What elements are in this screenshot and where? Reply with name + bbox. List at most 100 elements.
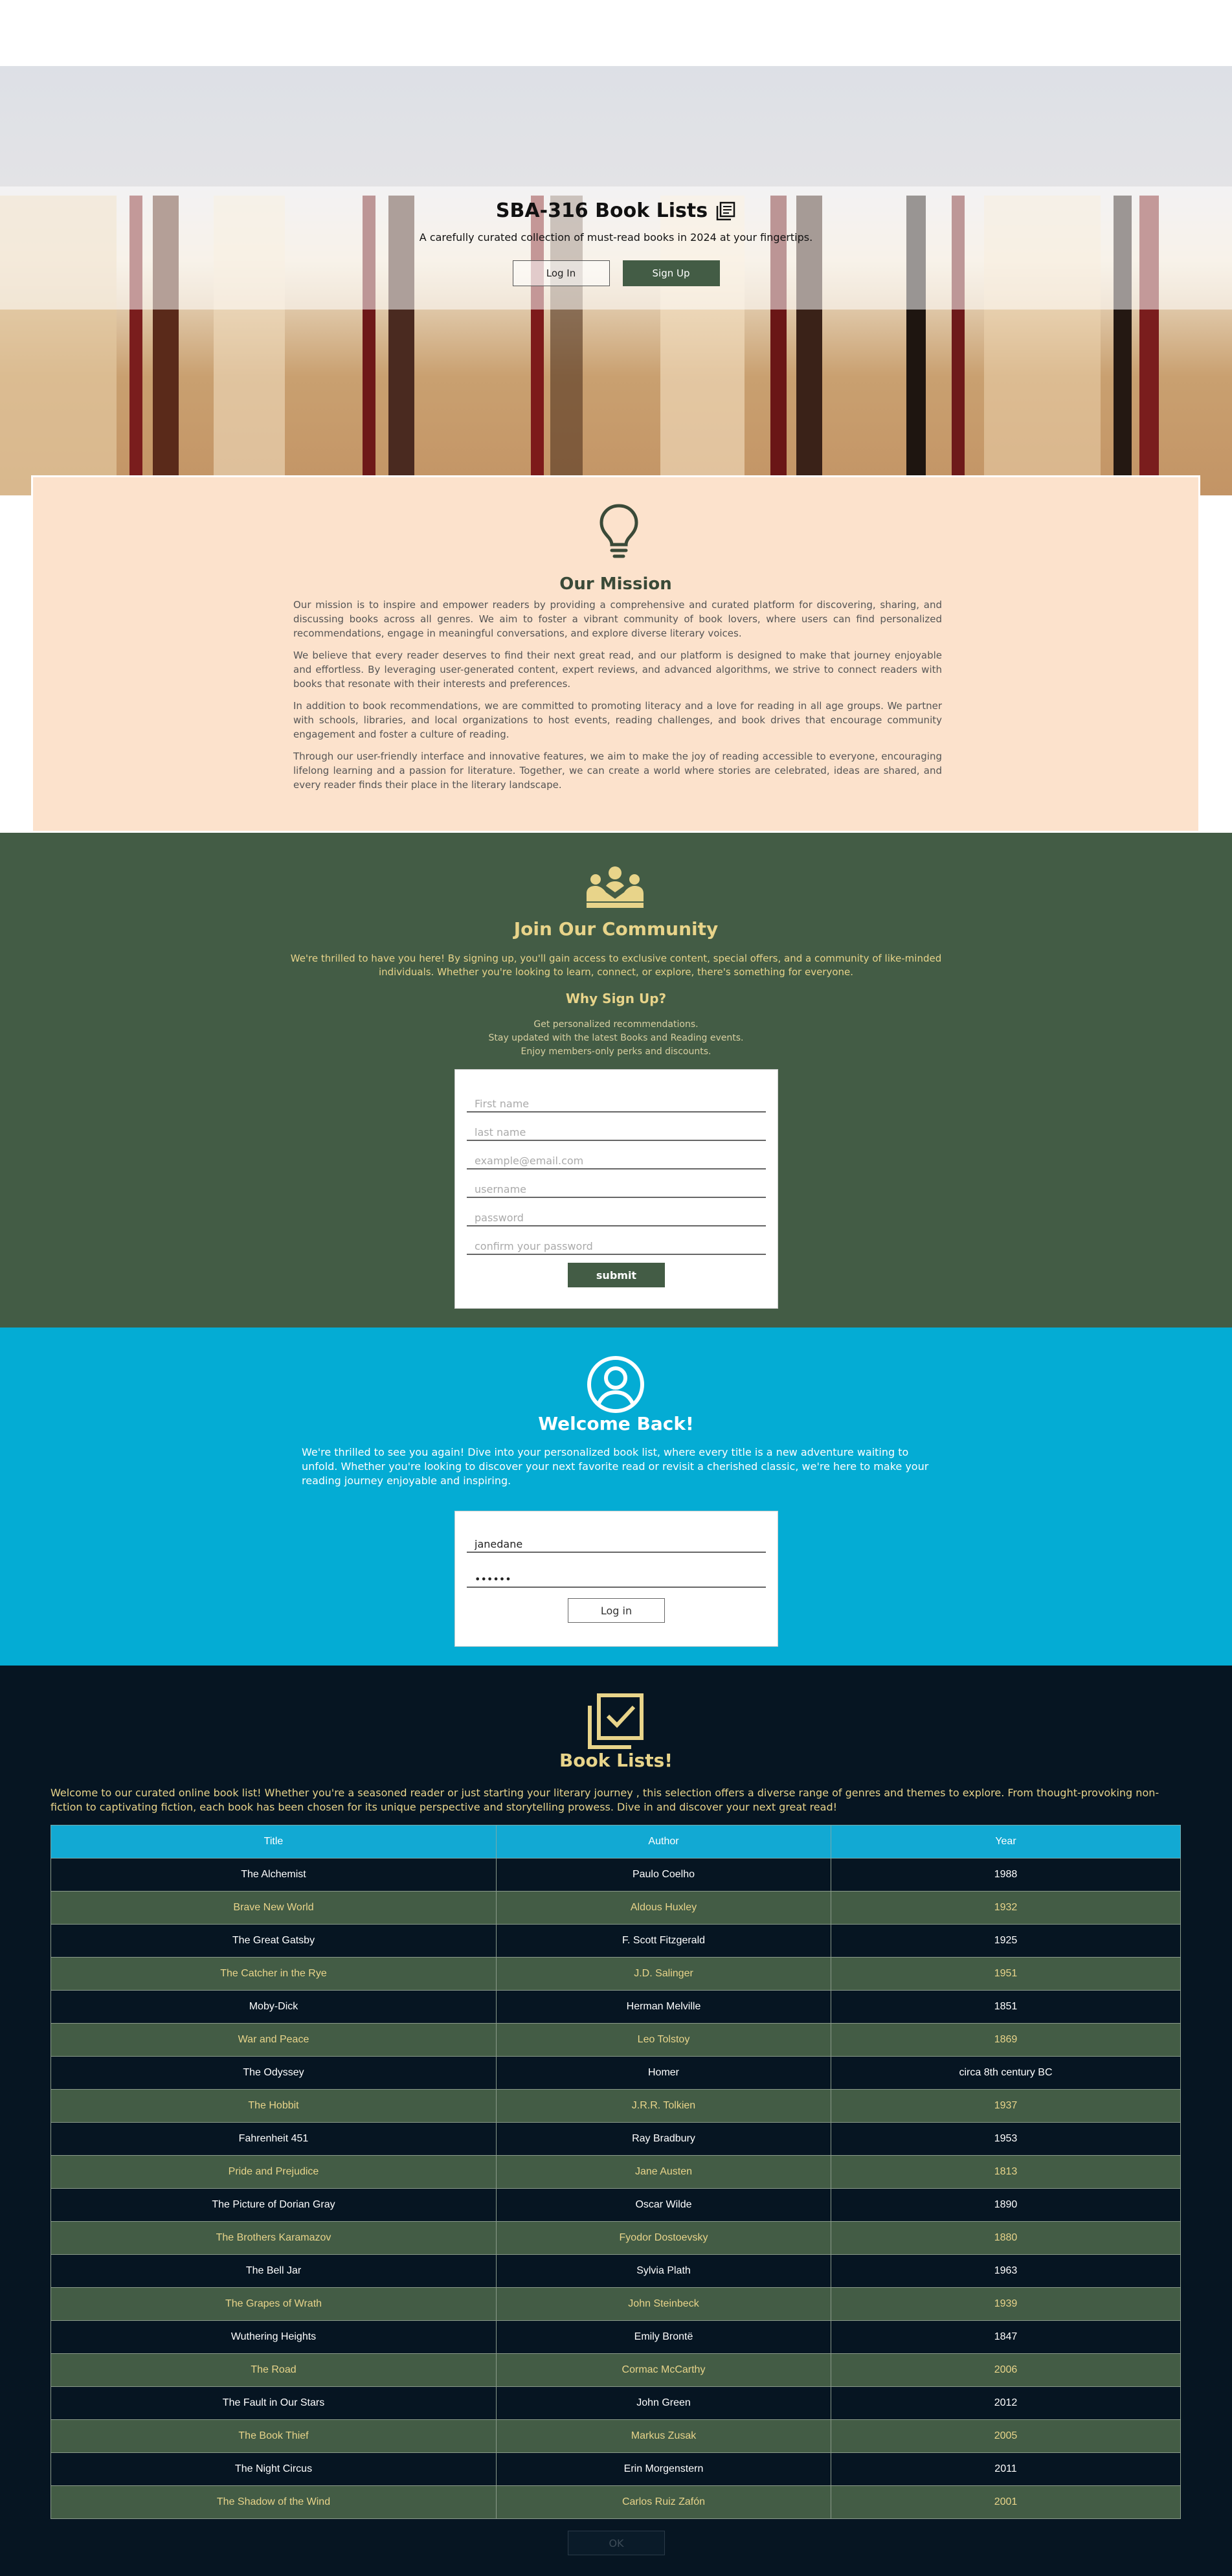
book-year-cell: 1939 (831, 2287, 1181, 2321)
login-form: Log in (454, 1511, 778, 1647)
email-field[interactable] (467, 1155, 766, 1167)
welcome-back-section: Welcome Back! We're thrilled to see you … (0, 1328, 1232, 1666)
last-name-field[interactable] (467, 1126, 766, 1138)
book-year-cell: 1951 (831, 1957, 1181, 1991)
book-year-cell: 2005 (831, 2419, 1181, 2453)
site-title: SBA-316 Book Lists (496, 199, 736, 222)
book-year-cell: 1880 (831, 2221, 1181, 2255)
book-table: Title Author Year The Alchemist Paulo Coe… (50, 1825, 1181, 2519)
login-button[interactable]: Log In (512, 260, 610, 286)
book-title-cell: The Great Gatsby (50, 1924, 497, 1958)
book-title-cell: The Catcher in the Rye (50, 1957, 497, 1991)
book-author-cell: Herman Melville (496, 1990, 831, 2024)
book-list-icon (716, 201, 735, 220)
login-username-field[interactable] (467, 1538, 766, 1550)
mission-paragraph: Our mission is to inspire and empower re… (293, 599, 942, 639)
book-year-cell: 1925 (831, 1924, 1181, 1958)
table-row: The Alchemist Paulo Coelho 1988 (50, 1858, 1181, 1892)
community-icon (587, 866, 644, 908)
book-title-cell: The Alchemist (50, 1858, 497, 1892)
mission-paragraph: Through our user-friendly interface and … (293, 751, 942, 791)
table-row: The Fault in Our Stars John Green 2012 (50, 2386, 1181, 2420)
submit-button[interactable]: submit (568, 1263, 665, 1287)
table-row: Pride and Prejudice Jane Austen 1813 (50, 2155, 1181, 2189)
table-row: The Brothers Karamazov Fyodor Dostoevsky 1… (50, 2221, 1181, 2255)
book-author-cell: Aldous Huxley (496, 1891, 831, 1925)
why-signup-heading: Why Sign Up? (565, 991, 667, 1006)
book-title-cell: Wuthering Heights (50, 2320, 497, 2354)
book-author-cell: Leo Tolstoy (496, 2023, 831, 2057)
username-field[interactable] (467, 1183, 766, 1195)
book-year-cell: 1813 (831, 2155, 1181, 2189)
book-author-cell: Oscar Wilde (496, 2188, 831, 2222)
table-row: The Book Thief Markus Zusak 2005 (50, 2419, 1181, 2453)
why-signup-list: Get personalized recommendations. Stay u… (0, 1018, 1232, 1059)
book-author-cell: Cormac McCarthy (496, 2353, 831, 2387)
table-row: The Great Gatsby F. Scott Fitzgerald 1925 (50, 1924, 1181, 1958)
book-year-cell: 2006 (831, 2353, 1181, 2387)
book-year-cell: 1932 (831, 1891, 1181, 1925)
book-author-cell: F. Scott Fitzgerald (496, 1924, 831, 1958)
book-year-cell: 1890 (831, 2188, 1181, 2222)
book-year-cell: 1963 (831, 2254, 1181, 2288)
book-title-cell: The Fault in Our Stars (50, 2386, 497, 2420)
login-password-field[interactable] (467, 1573, 766, 1585)
book-year-cell: 1851 (831, 1990, 1181, 2024)
confirm-password-field[interactable] (467, 1240, 766, 1252)
list-item: Enjoy members-only perks and discounts. (521, 1046, 711, 1057)
table-row: The Catcher in the Rye J.D. Salinger 1951 (50, 1957, 1181, 1991)
book-title-cell: The Night Circus (50, 2452, 497, 2486)
list-item: Stay updated with the latest Books and R… (488, 1033, 744, 1043)
book-author-cell: John Steinbeck (496, 2287, 831, 2321)
lightbulb-icon (599, 504, 638, 558)
table-row: Wuthering Heights Emily Brontë 1847 (50, 2320, 1181, 2354)
book-title-cell: Brave New World (50, 1891, 497, 1925)
login-submit-button[interactable]: Log in (568, 1598, 665, 1623)
welcome-text: We're thrilled to see you again! Dive in… (302, 1446, 929, 1487)
book-title-cell: The Brothers Karamazov (50, 2221, 497, 2255)
password-field[interactable] (467, 1212, 766, 1224)
book-lists-intro: Welcome to our curated online book list!… (50, 1787, 1159, 1813)
book-author-cell: Ray Bradbury (496, 2122, 831, 2156)
table-header-row: Title Author Year (50, 1825, 1181, 1859)
book-year-cell: 1937 (831, 2089, 1181, 2123)
book-title-cell: The Hobbit (50, 2089, 497, 2123)
book-author-cell: Markus Zusak (496, 2419, 831, 2453)
book-author-cell: Sylvia Plath (496, 2254, 831, 2288)
table-row: The Shadow of the Wind Carlos Ruiz Zafón 2… (50, 2485, 1181, 2519)
book-author-cell: Emily Brontë (496, 2320, 831, 2354)
table-row: The Night Circus Erin Morgenstern 2011 (50, 2452, 1181, 2486)
book-title-cell: The Grapes of Wrath (50, 2287, 497, 2321)
table-row: Moby-Dick Herman Melville 1851 (50, 1990, 1181, 2024)
book-year-cell: circa 8th century BC (831, 2056, 1181, 2090)
ok-button[interactable]: OK (568, 2531, 665, 2555)
book-title-cell: The Bell Jar (50, 2254, 497, 2288)
book-author-cell: John Green (496, 2386, 831, 2420)
book-title-cell: Pride and Prejudice (50, 2155, 497, 2189)
book-year-cell: 1847 (831, 2320, 1181, 2354)
column-header-author: Author (496, 1825, 831, 1859)
book-author-cell: Erin Morgenstern (496, 2452, 831, 2486)
list-item: Get personalized recommendations. (533, 1019, 699, 1030)
book-author-cell: Carlos Ruiz Zafón (496, 2485, 831, 2519)
first-name-field[interactable] (467, 1098, 766, 1110)
book-title-cell: War and Peace (50, 2023, 497, 2057)
table-row: The Picture of Dorian Gray Oscar Wilde 189… (50, 2188, 1181, 2222)
book-title-cell: Fahrenheit 451 (50, 2122, 497, 2156)
book-title-cell: The Picture of Dorian Gray (50, 2188, 497, 2222)
table-row: Fahrenheit 451 Ray Bradbury 1953 (50, 2122, 1181, 2156)
hero-panel: SBA-316 Book Lists A carefully curated c… (0, 186, 1232, 310)
book-title-cell: Moby-Dick (50, 1990, 497, 2024)
book-author-cell: J.D. Salinger (496, 1957, 831, 1991)
book-year-cell: 1953 (831, 2122, 1181, 2156)
mission-paragraph: We believe that every reader deserves to… (293, 650, 942, 690)
table-row: The Bell Jar Sylvia Plath 1963 (50, 2254, 1181, 2288)
site-title-text: SBA-316 Book Lists (495, 199, 708, 222)
book-year-cell: 1869 (831, 2023, 1181, 2057)
mission-text: Our mission is to inspire and empower re… (293, 598, 942, 800)
book-lists-heading: Book Lists! (559, 1750, 673, 1771)
community-section: Join Our Community We're thrilled to hav… (0, 833, 1232, 1328)
book-author-cell: J.R.R. Tolkien (496, 2089, 831, 2123)
table-row: War and Peace Leo Tolstoy 1869 (50, 2023, 1181, 2057)
signup-button[interactable]: Sign Up (622, 260, 720, 286)
